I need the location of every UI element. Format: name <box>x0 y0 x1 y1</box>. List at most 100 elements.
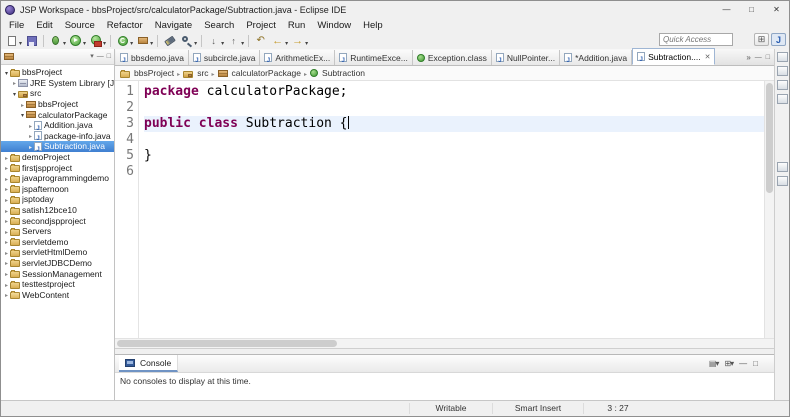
expand-arrow-icon[interactable] <box>3 206 10 215</box>
chevron-down-icon[interactable] <box>103 32 106 50</box>
expand-arrow-icon[interactable] <box>3 269 10 278</box>
maximize-button[interactable]: □ <box>739 1 764 18</box>
tree-item-subtraction-java[interactable]: Subtraction.java <box>1 141 114 152</box>
tree-item-jsptoday[interactable]: jsptoday <box>1 194 114 205</box>
open-task-button[interactable] <box>161 33 178 48</box>
new-java-class-button[interactable] <box>114 33 134 48</box>
editor-tab-subcircle[interactable]: subcircle.java <box>188 50 261 65</box>
open-console-icon[interactable] <box>724 359 733 368</box>
tree-item-javaprogrammingdemo[interactable]: javaprogrammingdemo <box>1 173 114 184</box>
line-number[interactable]: 4 <box>115 132 134 148</box>
expand-arrow-icon[interactable] <box>11 78 18 87</box>
tree-item-satish12bce10[interactable]: satish12bce10 <box>1 205 114 216</box>
package-explorer-icon[interactable] <box>4 53 14 60</box>
forward-button[interactable] <box>289 33 309 48</box>
chevron-down-icon[interactable] <box>63 32 66 50</box>
expand-arrow-icon[interactable] <box>3 290 10 299</box>
expand-arrow-icon[interactable] <box>27 121 34 130</box>
chevron-down-icon[interactable] <box>83 32 86 50</box>
debug-button[interactable] <box>47 33 67 48</box>
tree-item-webcontent[interactable]: WebContent <box>1 289 114 300</box>
chevron-down-icon[interactable] <box>150 32 153 50</box>
tree-item-bbsproject-package[interactable]: bbsProject <box>1 99 114 110</box>
quick-access-input[interactable] <box>659 33 733 46</box>
chevron-down-icon[interactable] <box>305 32 308 50</box>
tree-item-servletdemo[interactable]: servletdemo <box>1 237 114 248</box>
new-java-package-button[interactable] <box>134 33 154 48</box>
tree-item-src[interactable]: src <box>1 88 114 99</box>
tree-item-sessionmanagement[interactable]: SessionManagement <box>1 268 114 279</box>
line-number-ruler[interactable]: 1 2 3 4 5 6 <box>115 81 139 338</box>
chevron-down-icon[interactable] <box>241 32 244 50</box>
servers-view-icon[interactable] <box>776 162 788 172</box>
tree-item-addition-java[interactable]: Addition.java <box>1 120 114 131</box>
line-number[interactable]: 5 <box>115 148 134 164</box>
editor-tab-nullpointer[interactable]: NullPointer... <box>491 50 561 65</box>
close-button[interactable]: ✕ <box>764 1 789 18</box>
editor-tab-arithmeticex[interactable]: ArithmeticEx... <box>260 50 336 65</box>
minimize-view-icon[interactable] <box>97 53 104 60</box>
chevron-down-icon[interactable] <box>194 32 197 50</box>
breadcrumb-item-class[interactable]: Subtraction <box>310 68 365 78</box>
expand-arrow-icon[interactable] <box>3 280 10 289</box>
last-edit-location-button[interactable] <box>252 33 269 48</box>
collapse-arrow-icon[interactable] <box>19 110 26 119</box>
line-number[interactable]: 2 <box>115 100 134 116</box>
menu-window[interactable]: Window <box>311 20 357 31</box>
scrollbar-thumb[interactable] <box>117 340 337 347</box>
caret-position-status[interactable]: 3 : 27 <box>583 403 652 414</box>
tree-item-testtestproject[interactable]: testtestproject <box>1 279 114 290</box>
tab-overflow-chevron-icon[interactable]: » <box>746 53 750 62</box>
expand-arrow-icon[interactable] <box>19 100 26 109</box>
menu-help[interactable]: Help <box>357 20 389 31</box>
expand-arrow-icon[interactable] <box>3 216 10 225</box>
editor-tab-exception-class[interactable]: Exception.class <box>412 50 492 65</box>
editor-tab-addition[interactable]: *Addition.java <box>560 50 633 65</box>
code-line-4[interactable] <box>144 132 764 148</box>
minimize-editor-icon[interactable] <box>755 54 762 61</box>
tree-item-bbsproject[interactable]: bbsProject <box>1 67 114 78</box>
collapse-arrow-icon[interactable] <box>11 89 18 98</box>
code-line-5[interactable]: } <box>144 148 764 164</box>
close-icon[interactable]: ✕ <box>705 53 711 61</box>
menu-search[interactable]: Search <box>198 20 240 31</box>
tree-item-servers[interactable]: Servers <box>1 226 114 237</box>
tree-item-package-info-java[interactable]: package-info.java <box>1 131 114 142</box>
next-annotation-button[interactable] <box>205 33 225 48</box>
outline-view-icon[interactable] <box>776 80 788 90</box>
tree-item-firstjspproject[interactable]: firstjspproject <box>1 162 114 173</box>
breadcrumb-item-project[interactable]: bbsProject <box>120 68 174 78</box>
scrollbar-thumb[interactable] <box>766 83 773 193</box>
expand-arrow-icon[interactable] <box>3 153 10 162</box>
collapse-arrow-icon[interactable] <box>3 68 10 77</box>
display-selected-console-icon[interactable] <box>709 359 719 368</box>
console-tab[interactable]: Console <box>119 355 179 372</box>
tree-item-demoproject[interactable]: demoProject <box>1 152 114 163</box>
new-wizard-button[interactable] <box>3 33 23 48</box>
search-button[interactable] <box>178 33 198 48</box>
tree-item-servletjdbcdemo[interactable]: servletJDBCDemo <box>1 258 114 269</box>
tree-item-servlethtmldemo[interactable]: servletHtmlDemo <box>1 247 114 258</box>
chevron-down-icon[interactable] <box>285 32 288 50</box>
previous-annotation-button[interactable] <box>225 33 245 48</box>
menu-run[interactable]: Run <box>282 20 311 31</box>
line-number[interactable]: 3 <box>115 116 134 132</box>
expand-arrow-icon[interactable] <box>3 227 10 236</box>
chevron-down-icon[interactable] <box>221 32 224 50</box>
insert-mode-status[interactable]: Smart Insert <box>492 403 583 414</box>
menu-navigate[interactable]: Navigate <box>149 20 199 31</box>
menu-file[interactable]: File <box>3 20 30 31</box>
code-line-3[interactable]: public class Subtraction { <box>144 116 764 132</box>
open-perspective-icon[interactable] <box>754 33 769 46</box>
line-number[interactable]: 1 <box>115 84 134 100</box>
tree-item-jre-system-library[interactable]: JRE System Library [Java... <box>1 78 114 89</box>
view-menu-icon[interactable] <box>90 53 94 60</box>
code-line-2[interactable] <box>144 100 764 116</box>
code-line-1[interactable]: package calculatorPackage; <box>144 84 764 100</box>
snippets-view-icon[interactable] <box>776 94 788 104</box>
expand-arrow-icon[interactable] <box>3 195 10 204</box>
tree-item-jspafternoon[interactable]: jspafternoon <box>1 184 114 195</box>
minimize-button[interactable]: — <box>714 1 739 18</box>
editor-tab-subtraction[interactable]: Subtraction.... ✕ <box>632 48 716 65</box>
maximize-console-icon[interactable] <box>753 359 758 368</box>
